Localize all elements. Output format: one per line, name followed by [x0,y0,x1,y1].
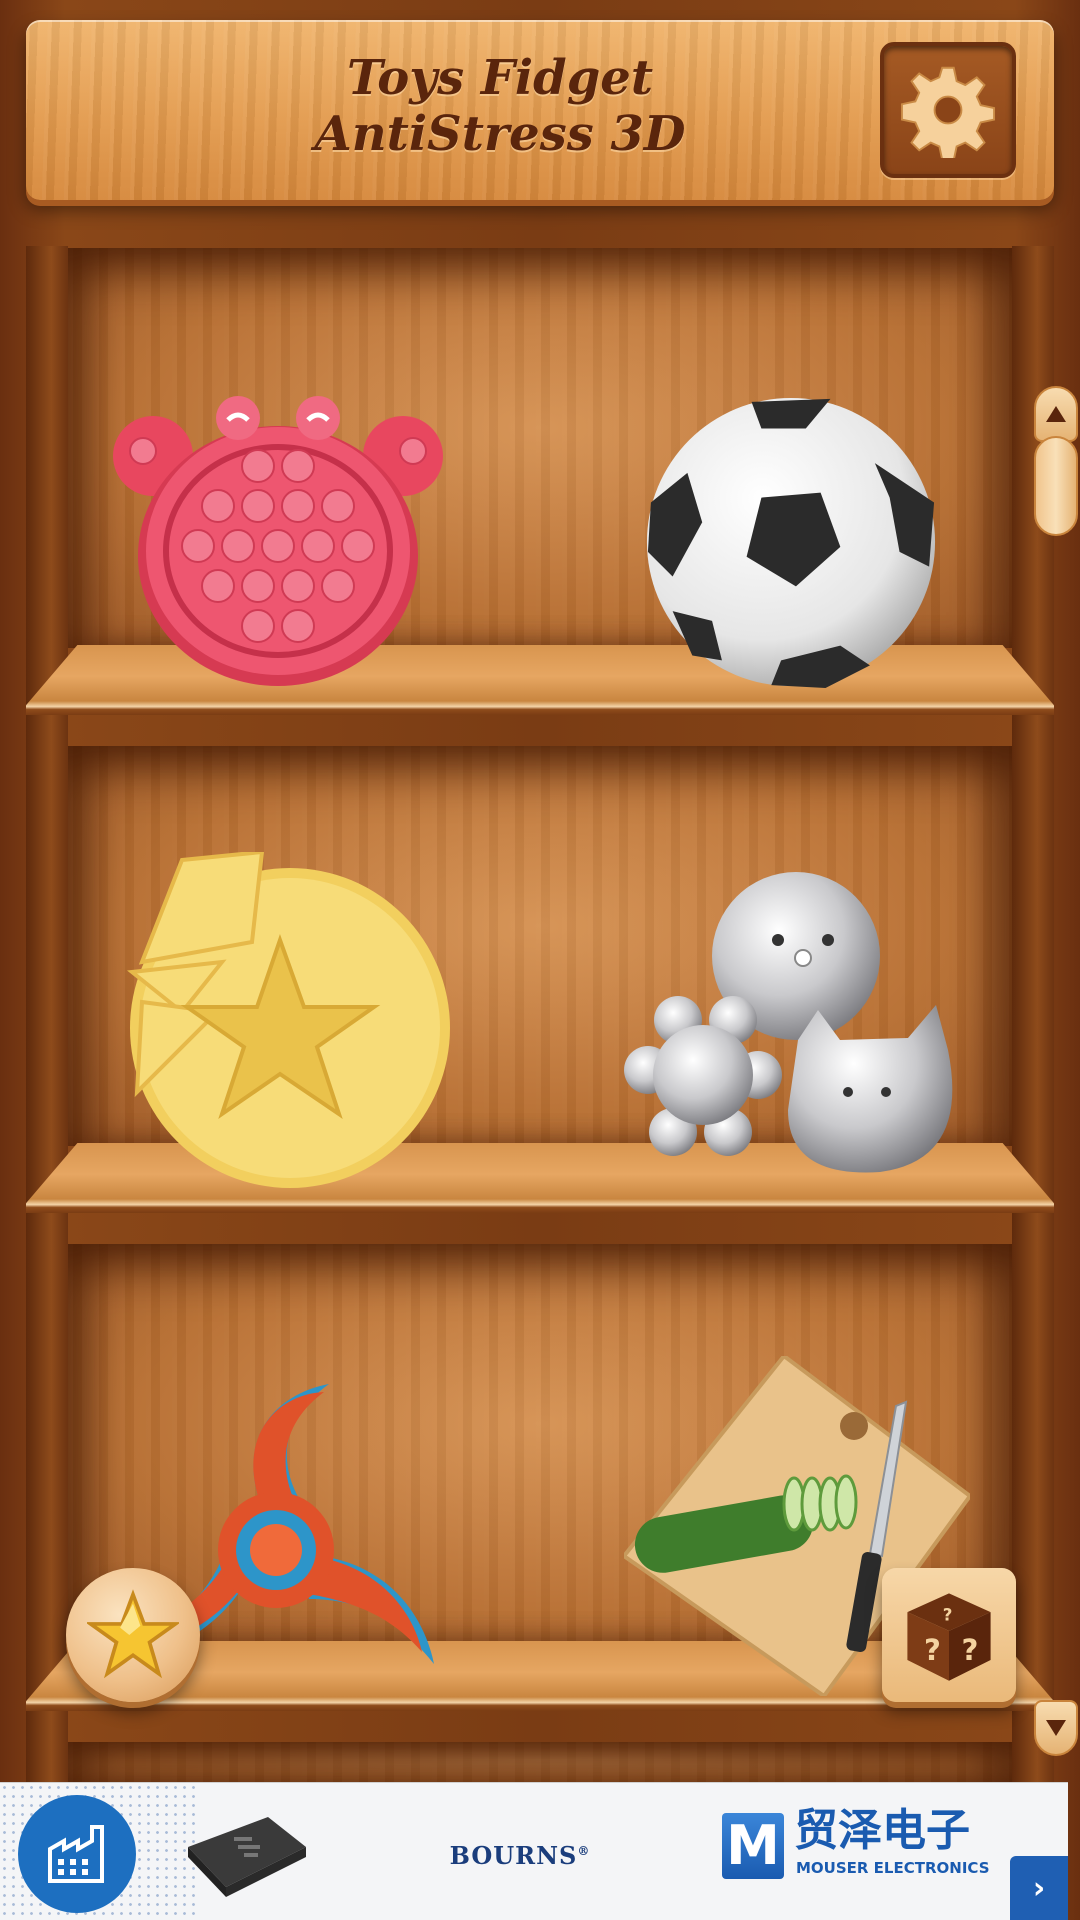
arrow-down-icon [1046,1720,1066,1736]
shelf-4-back [68,1742,1012,1782]
svg-text:?: ? [943,1605,953,1624]
toy-pop-it-crab[interactable] [108,396,448,696]
arrow-up-icon [1046,406,1066,422]
svg-text:?: ? [961,1633,978,1667]
ad-mouser-en: MOUSER ELECTRONICS [796,1859,990,1877]
soccer-ball-icon [646,397,936,689]
mystery-dice-icon: ? ? ? [907,1593,991,1681]
ad-factory-icon [18,1795,136,1913]
ad-mouser-logo: M [722,1813,784,1879]
app-title-line-1: Toys Fidget [347,50,653,106]
toy-silver-squishies[interactable] [618,870,978,1186]
squishies-icon [624,872,953,1173]
scroll-up-button[interactable] [1034,386,1078,442]
ad-banner[interactable]: BOURNS® M 贸泽电子 MOUSER ELECTRONICS [0,1782,1068,1920]
cabinet-left-post [26,246,68,1782]
dalgona-candy-icon [126,849,450,1188]
ad-brand-bourns: BOURNS® [449,1841,591,1870]
toy-dalgona-star-candy[interactable] [112,849,452,1188]
scroll-down-button[interactable] [1034,1700,1078,1756]
svg-text:?: ? [924,1633,941,1667]
toy-soccer-ball[interactable] [642,394,940,690]
app-title-line-2: AntiStress 3D [314,106,686,162]
ad-next-button[interactable]: › [1010,1856,1068,1920]
ad-chip-image [178,1807,310,1899]
favorites-button[interactable] [66,1568,200,1702]
chevron-right-icon: › [1032,1870,1046,1906]
ad-mouser-cn: 贸泽电子 [794,1805,970,1856]
settings-button[interactable] [880,42,1016,178]
app-header: Toys Fidget AntiStress 3D [26,20,1054,200]
scrollbar-thumb[interactable] [1034,436,1078,536]
gear-icon [900,66,996,158]
star-icon [87,1589,179,1679]
random-toy-button[interactable]: ? ? ? [882,1568,1016,1702]
pop-it-crab-icon [113,396,443,686]
